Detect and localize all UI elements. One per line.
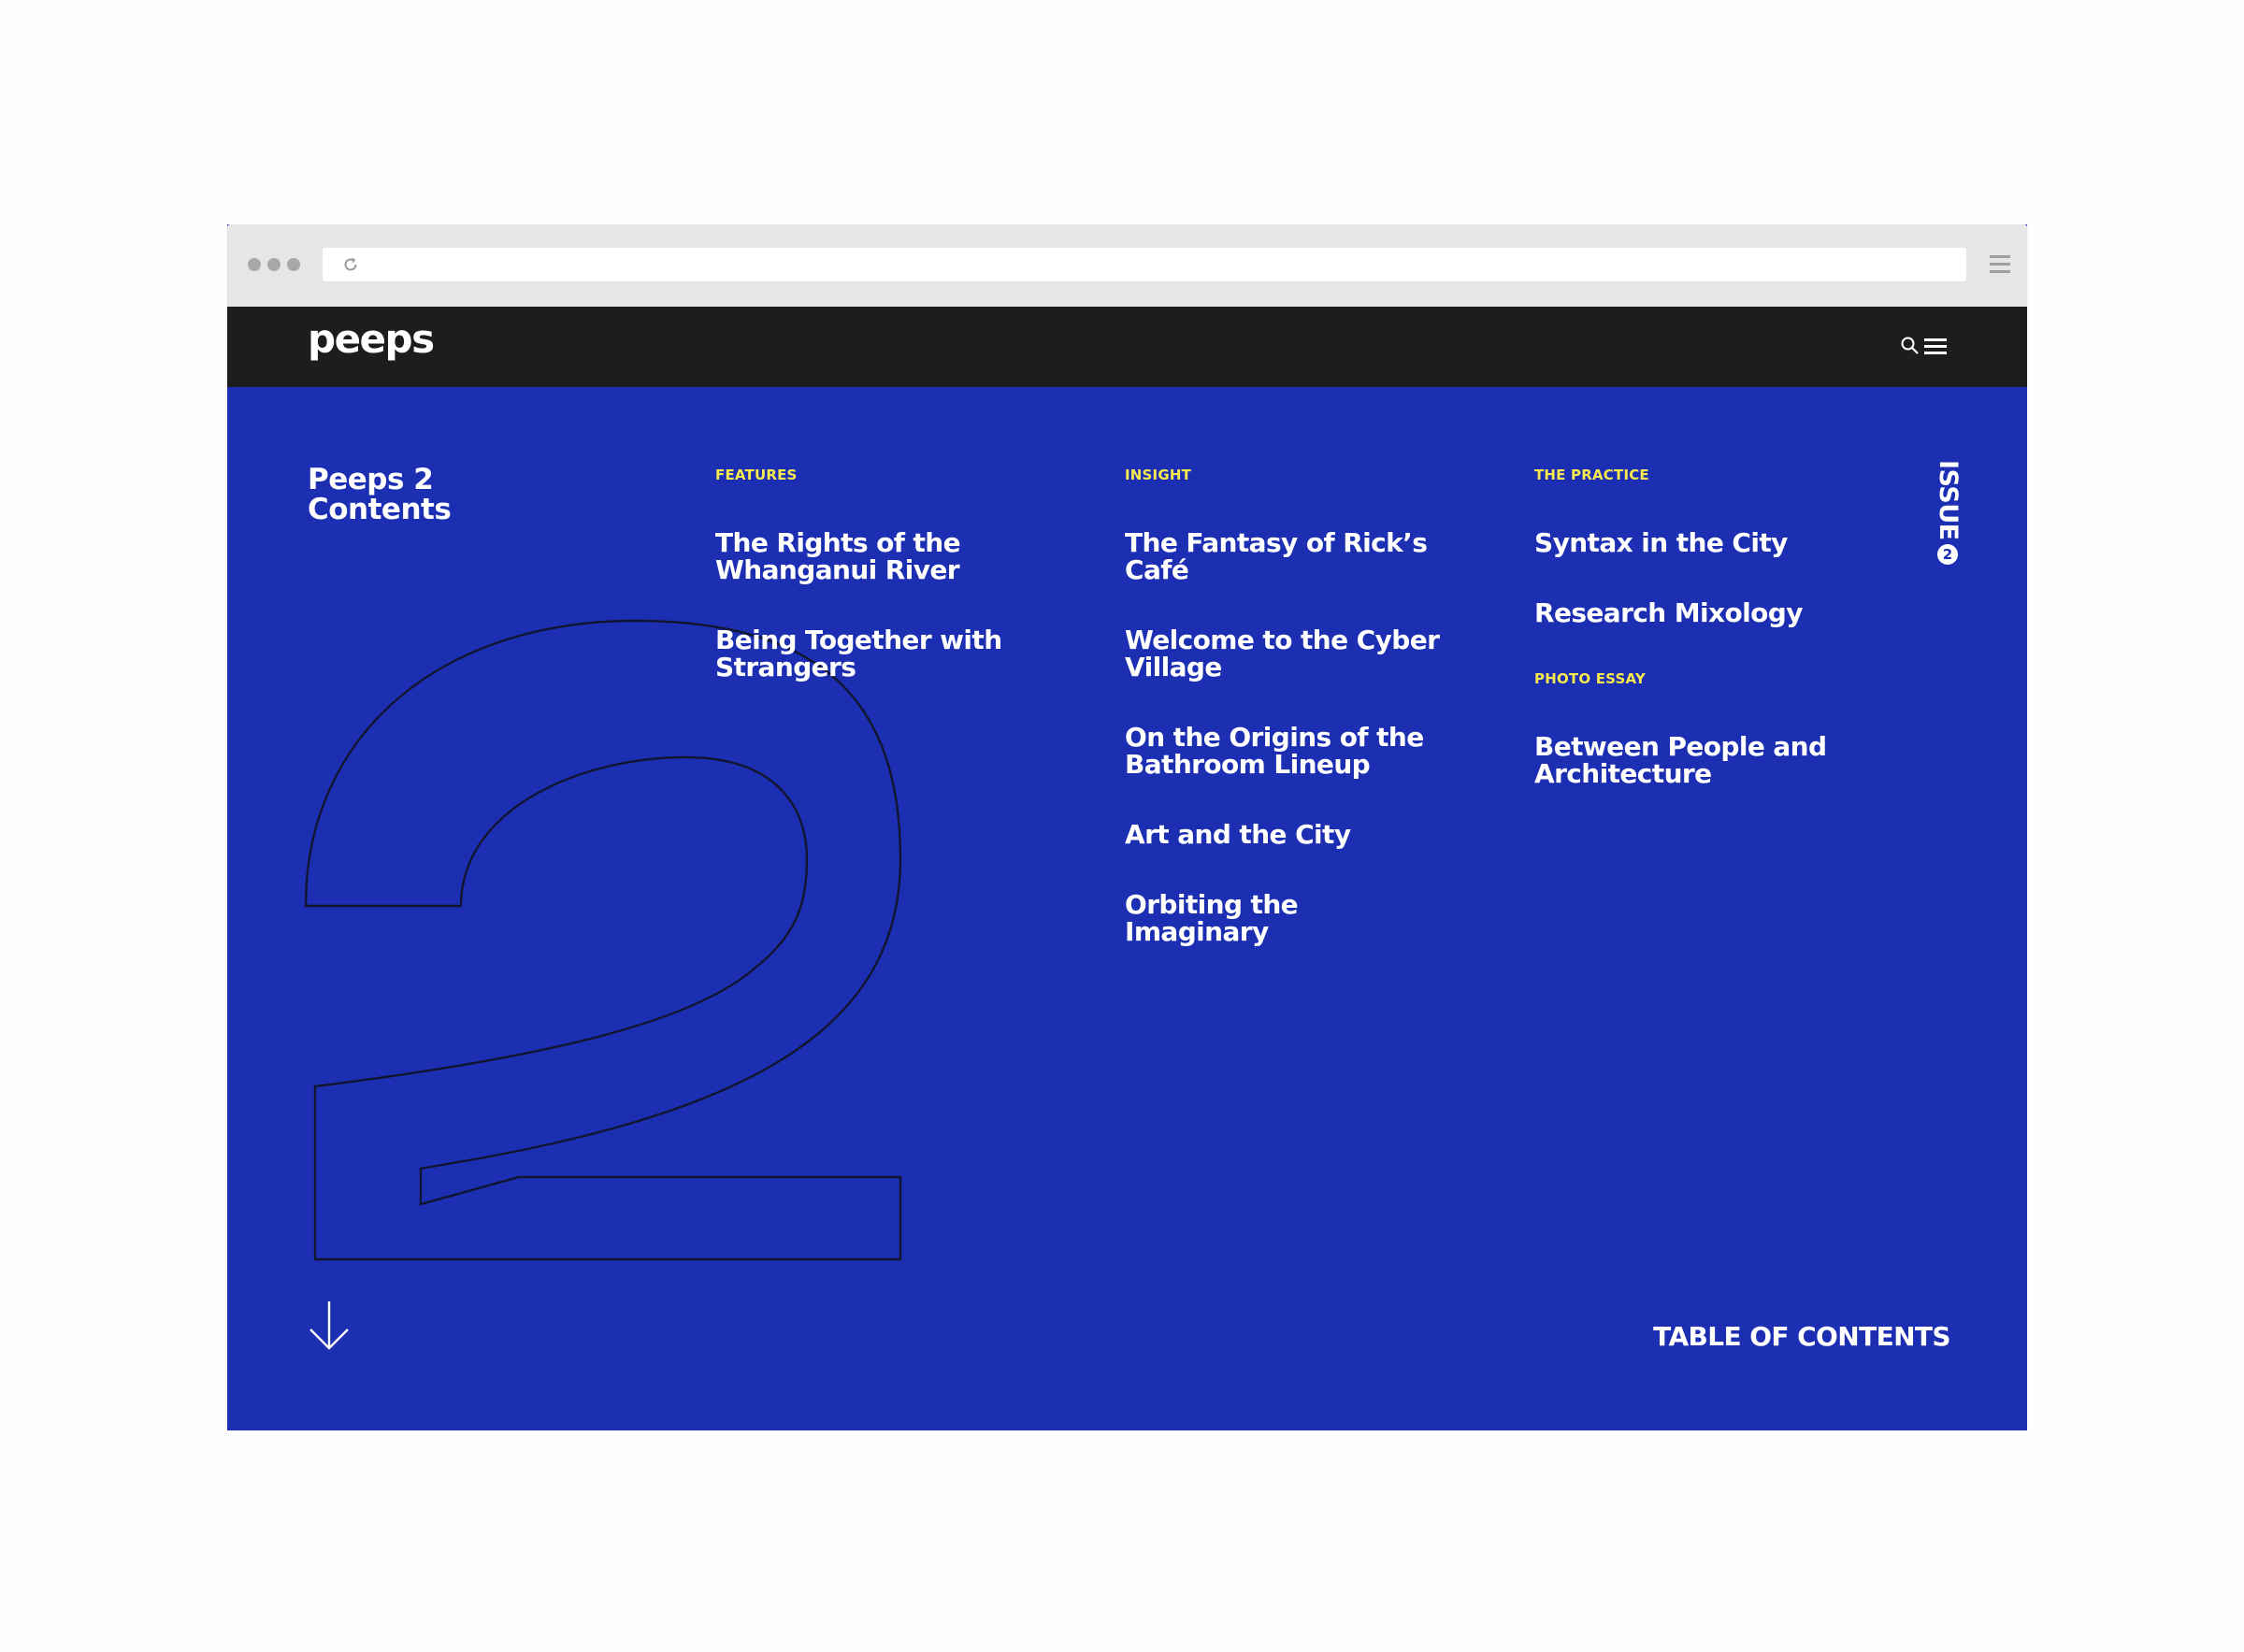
- browser-window: peeps Peeps 2 Contents FEATURES The Righ…: [227, 224, 2027, 1430]
- table-of-contents-link[interactable]: TABLE OF CONTENTS: [1653, 1321, 1950, 1352]
- practice-column: THE PRACTICE Syntax in the City Research…: [1534, 466, 1908, 830]
- site-logo[interactable]: peeps: [308, 316, 435, 362]
- page-title: Peeps 2 Contents: [308, 463, 452, 526]
- browser-menu-icon[interactable]: [1990, 255, 2010, 274]
- article-link-art-city[interactable]: Art and the City: [1125, 821, 1443, 848]
- search-icon[interactable]: [1900, 336, 1920, 356]
- issue-number-circle: 2: [1937, 543, 1959, 565]
- article-link-bathroom-lineup[interactable]: On the Origins of the Bathroom Lineup: [1125, 724, 1443, 778]
- insight-column: INSIGHT The Fantasy of Rick’s Café Welco…: [1125, 466, 1499, 988]
- section-label-insight: INSIGHT: [1125, 467, 1192, 483]
- browser-chrome: [227, 224, 2027, 307]
- window-dot-maximize[interactable]: [287, 258, 300, 271]
- address-bar[interactable]: [323, 248, 1966, 281]
- issue-badge: ISSUE 2: [1927, 460, 1972, 572]
- issue-label: ISSUE: [1934, 460, 1963, 540]
- reload-icon[interactable]: [341, 255, 360, 274]
- section-label-features: FEATURES: [715, 467, 798, 483]
- window-dot-minimize[interactable]: [267, 258, 280, 271]
- header-actions: [1900, 336, 1947, 356]
- article-link-cyber-village[interactable]: Welcome to the Cyber Village: [1125, 626, 1443, 681]
- hamburger-menu-icon[interactable]: [1924, 336, 1947, 356]
- contents-panel: Peeps 2 Contents FEATURES The Rights of …: [227, 387, 2027, 1430]
- section-label-photo-essay: PHOTO ESSAY: [1534, 670, 1646, 687]
- article-link-orbiting-imaginary[interactable]: Orbiting the Imaginary: [1125, 891, 1443, 945]
- article-link-people-architecture[interactable]: Between People and Architecture: [1534, 733, 1852, 787]
- down-arrow-icon[interactable]: [308, 1300, 351, 1352]
- window-controls: [248, 258, 300, 271]
- site-header: peeps: [227, 307, 2027, 387]
- features-column: FEATURES The Rights of the Whanganui Riv…: [715, 466, 1089, 724]
- article-link-rights-whanganui[interactable]: The Rights of the Whanganui River: [715, 529, 1033, 583]
- page-title-line2: Contents: [308, 493, 452, 526]
- section-label-practice: THE PRACTICE: [1534, 467, 1649, 483]
- window-dot-close[interactable]: [248, 258, 261, 271]
- page-title-line1: Peeps 2: [308, 463, 434, 496]
- article-link-ricks-cafe[interactable]: The Fantasy of Rick’s Café: [1125, 529, 1480, 583]
- issue-badge-rotated: ISSUE 2: [1934, 460, 1963, 565]
- article-link-research-mixology[interactable]: Research Mixology: [1534, 599, 1852, 626]
- article-link-being-together[interactable]: Being Together with Strangers: [715, 626, 1033, 681]
- article-link-syntax-city[interactable]: Syntax in the City: [1534, 529, 1852, 556]
